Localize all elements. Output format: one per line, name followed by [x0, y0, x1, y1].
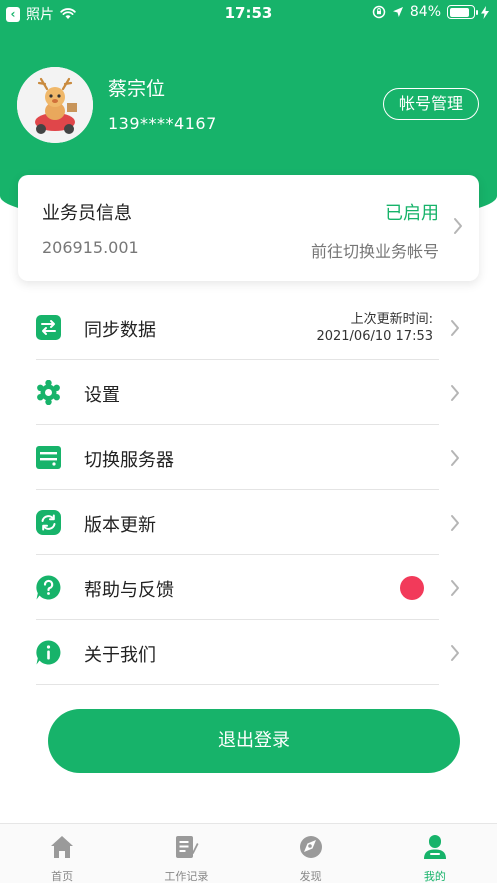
- settings-menu: 同步数据 上次更新时间: 2021/06/10 17:53 设置 切换服务器 版…: [0, 295, 497, 685]
- home-icon: [51, 836, 74, 858]
- tab-label-work-records: 工作记录: [164, 870, 209, 883]
- notification-dot: [400, 576, 424, 600]
- tab-home[interactable]: 首页: [0, 824, 124, 883]
- switch-account-link[interactable]: 前往切换业务帐号: [311, 238, 439, 262]
- menu-item-sync-data[interactable]: 同步数据 上次更新时间: 2021/06/10 17:53: [0, 295, 497, 360]
- last-update-time: 上次更新时间: 2021/06/10 17:53: [316, 311, 433, 345]
- charging-bolt-icon: [481, 5, 489, 19]
- chevron-right-icon: [451, 320, 459, 336]
- menu-label-switch-server: 切换服务器: [84, 450, 174, 471]
- menu-label-sync: 同步数据: [84, 320, 156, 341]
- bottom-tab-bar: 首页 工作记录 发现 我的: [0, 823, 497, 883]
- agent-info-title: 业务员信息: [42, 203, 132, 224]
- location-icon: [392, 7, 403, 17]
- last-update-caption: 上次更新时间:: [350, 312, 433, 327]
- account-management-button[interactable]: 帐号管理: [383, 88, 479, 120]
- refresh-icon: [36, 510, 61, 535]
- agent-id: 206915.001: [42, 238, 139, 257]
- rotation-lock-icon: [372, 5, 386, 19]
- tab-work-records[interactable]: 工作记录: [124, 824, 248, 883]
- user-phone: 139****4167: [108, 114, 217, 133]
- user-name: 蔡宗位: [108, 78, 166, 100]
- menu-item-switch-server[interactable]: 切换服务器: [0, 425, 497, 490]
- gear-icon: [37, 380, 60, 405]
- chevron-right-icon: [451, 580, 459, 596]
- chevron-right-icon: [451, 385, 459, 401]
- chevron-right-icon: [454, 218, 462, 234]
- person-icon: [423, 835, 446, 859]
- battery-icon: [447, 5, 478, 19]
- menu-label-about: 关于我们: [84, 645, 156, 666]
- deer-mascot-icon: [17, 67, 93, 143]
- menu-label-settings: 设置: [84, 385, 120, 406]
- status-bar: ‹ 照片 17:53 84%: [0, 0, 497, 26]
- tab-label-home: 首页: [51, 870, 74, 883]
- logout-button[interactable]: 退出登录: [48, 709, 460, 773]
- notebook-icon: [176, 836, 199, 858]
- menu-item-help-feedback[interactable]: 帮助与反馈: [0, 555, 497, 620]
- avatar[interactable]: [17, 67, 93, 143]
- tab-discover[interactable]: 发现: [249, 824, 373, 883]
- tab-label-discover: 发现: [299, 870, 322, 883]
- chevron-right-icon: [451, 515, 459, 531]
- server-icon: [36, 446, 61, 469]
- sync-icon: [36, 315, 61, 340]
- tab-label-mine: 我的: [423, 870, 446, 883]
- menu-label-help: 帮助与反馈: [84, 580, 174, 601]
- battery-percent: 84%: [409, 4, 441, 20]
- info-icon: [36, 640, 61, 665]
- last-update-value: 2021/06/10 17:53: [316, 329, 433, 344]
- menu-label-version-update: 版本更新: [84, 515, 156, 536]
- agent-info-card[interactable]: 业务员信息 已启用 206915.001 前往切换业务帐号: [18, 175, 479, 281]
- divider: [36, 684, 439, 685]
- compass-icon: [299, 836, 322, 858]
- chevron-right-icon: [451, 450, 459, 466]
- menu-item-about-us[interactable]: 关于我们: [0, 620, 497, 685]
- chevron-right-icon: [451, 645, 459, 661]
- tab-mine[interactable]: 我的: [373, 824, 497, 883]
- help-icon: [36, 575, 61, 600]
- menu-item-settings[interactable]: 设置: [0, 360, 497, 425]
- agent-status-badge: 已启用: [385, 203, 439, 224]
- menu-item-version-update[interactable]: 版本更新: [0, 490, 497, 555]
